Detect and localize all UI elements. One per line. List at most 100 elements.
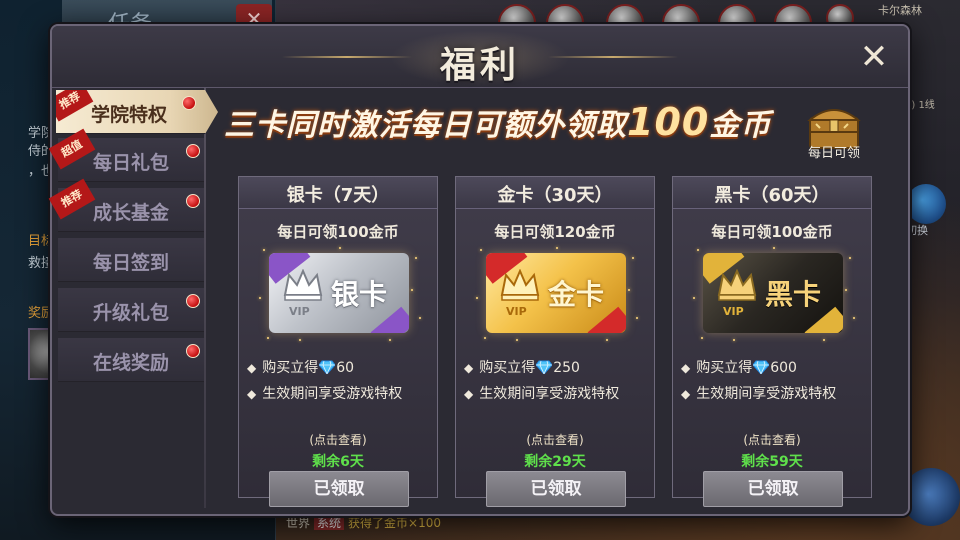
silver-vip-card-image: VIP 银卡 [269,253,409,333]
perk-prefix: 购买立得 [479,360,536,376]
sidebar-item-online-reward[interactable]: 在线奖励 [58,338,204,382]
chat-message: 获得了金币×100 [348,516,441,530]
sparkle-decoration [415,257,417,259]
bullet-icon: ◆ [247,387,257,401]
sparkle-decoration [628,289,630,291]
silver-card-panel: 银卡（7天） 每日可领100金币 VIP 银卡 ◆ 购买立得 60 ◆ 生效期间享受游… [238,176,438,507]
perk-privilege: ◆ 生效期间享受游戏特权 [681,383,836,403]
perk-privilege: ◆ 生效期间享受游戏特权 [247,383,402,403]
notification-dot-icon [182,96,196,110]
crown-icon [717,269,757,301]
perk-privilege: ◆ 生效期间享受游戏特权 [464,383,619,403]
sidebar-item-label: 学院特权 [90,104,167,126]
switch-icon[interactable] [906,184,946,224]
sparkle-decoration [556,247,558,249]
black-vip-card-image: VIP 黑卡 [703,253,843,333]
bullet-icon: ◆ [464,361,474,375]
vip-tag: VIP [723,305,744,318]
sidebar-item-label: 在线奖励 [92,352,169,374]
notification-dot-icon [186,294,200,308]
claimed-button[interactable]: 已领取 [486,471,626,507]
sparkle-decoration [484,337,486,339]
bullet-icon: ◆ [681,361,691,375]
card-header: 银卡（7天） [239,177,437,209]
claimed-button[interactable]: 已领取 [703,471,843,507]
sidebar-item-label: 每日礼包 [92,152,169,174]
sparkle-decoration [636,317,638,319]
bullet-icon: ◆ [247,361,257,375]
card-daily-reward: 每日可领120金币 [494,223,616,241]
perk-prefix: 购买立得 [262,360,319,376]
remaining-days: 剩余29天 [524,454,586,470]
chest-label: 每日可领 [807,146,860,161]
sparkle-decoration [516,339,518,341]
bullet-icon: ◆ [464,387,474,401]
notification-dot-icon [186,194,200,208]
sparkle-decoration [697,249,699,251]
notification-dot-icon [186,144,200,158]
sparkle-decoration [733,339,735,341]
sparkle-decoration [849,257,851,259]
banner-text-before: 三卡同时激活每日可额外领取 [224,108,627,143]
card-title: 银卡（7天） [286,185,390,206]
black-card-panel: 黑卡（60天） 每日可领100金币 VIP 黑卡 ◆ 购买立得 600 ◆ 生效期间享… [672,176,872,507]
vip-tag: VIP [289,305,310,318]
sparkle-decoration [773,247,775,249]
vip-tag: VIP [506,305,527,318]
perk-privilege-text: 生效期间享受游戏特权 [262,386,403,402]
sidebar-item-label: 升级礼包 [92,302,169,324]
map-location-label: 卡尔森林 [878,4,922,17]
sidebar-item-growth-fund[interactable]: 推荐 成长基金 [48,178,204,232]
view-details-link[interactable]: (点击查看) [456,431,654,448]
claimed-button[interactable]: 已领取 [269,471,409,507]
close-icon[interactable]: ✕ [854,38,894,78]
notification-dot-icon [186,344,200,358]
sidebar-item-level-gift[interactable]: 升级礼包 [58,288,204,332]
gold-card-panel: 金卡（30天） 每日可领120金币 VIP 金卡 ◆ 购买立得 250 ◆ 生效期间享… [455,176,655,507]
sparkle-decoration [267,337,269,339]
banner-text-after: 金币 [709,108,772,143]
sidebar-item-daily-checkin[interactable]: 每日签到 [58,238,204,282]
view-details-link[interactable]: (点击查看) [673,431,871,448]
vip-card-name: 金卡 [548,278,605,311]
remaining-days: 剩余59天 [741,454,803,470]
perk-privilege-text: 生效期间享受游戏特权 [479,386,620,402]
sidebar-divider [204,88,206,508]
vip-card-name: 黑卡 [765,278,822,311]
welfare-dialog: 福利 ✕ 推荐 学院特权 超值 每日礼包 推荐 成长基金 每日签到 升级礼包 在… [48,24,910,516]
card-daily-reward: 每日可领100金币 [711,223,833,241]
sparkle-decoration [823,339,825,341]
sparkle-decoration [632,257,634,259]
sparkle-decoration [389,339,391,341]
card-header: 金卡（30天） [456,177,654,209]
skill-button-icon[interactable] [902,468,960,526]
gold-vip-card-image: VIP 金卡 [486,253,626,333]
perk-diamonds: ◆ 购买立得 600 [681,357,797,377]
card-daily-reward: 每日可领100金币 [277,223,399,241]
sidebar-item-academy-privilege[interactable]: 推荐 学院特权 [56,90,218,134]
chat-line: 世界 系统 获得了金币×100 [286,514,441,531]
dialog-header: 福利 ✕ [52,26,908,88]
banner-amount: 100 [627,100,710,144]
sparkle-decoration [339,247,341,249]
sparkle-decoration [476,297,478,299]
card-header: 黑卡（60天） [673,177,871,209]
card-title: 黑卡（60天） [714,185,830,206]
chat-channel: 世界 [286,516,311,530]
sparkle-decoration [701,337,703,339]
sparkle-decoration [693,297,695,299]
sparkle-decoration [263,249,265,251]
perk-diamonds: ◆ 购买立得 250 [464,357,580,377]
remaining-days: 剩余6天 [312,454,364,470]
perk-diamond-amount: 250 [553,360,580,376]
vip-card-name: 银卡 [331,278,388,311]
sparkle-decoration [606,339,608,341]
welfare-sidebar: 推荐 学院特权 超值 每日礼包 推荐 成长基金 每日签到 升级礼包 在线奖励 [48,88,218,508]
sparkle-decoration [480,249,482,251]
sparkle-decoration [259,297,261,299]
sidebar-item-daily-gift[interactable]: 超值 每日礼包 [48,128,204,182]
diamond-icon [753,360,770,374]
sparkle-decoration [853,317,855,319]
sparkle-decoration [419,317,421,319]
view-details-link[interactable]: (点击查看) [239,431,437,448]
